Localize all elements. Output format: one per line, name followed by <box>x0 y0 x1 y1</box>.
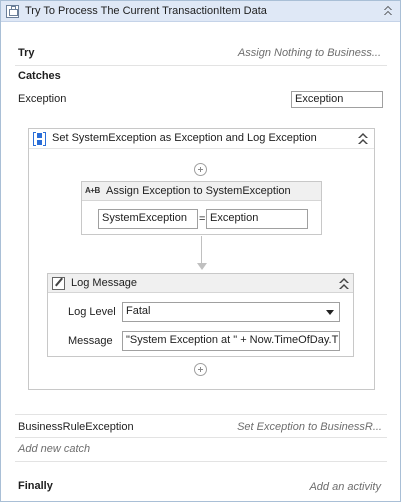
divider <box>15 65 387 66</box>
connector-line <box>201 236 202 264</box>
log-level-select[interactable]: Fatal <box>122 302 340 322</box>
collapse-icon[interactable] <box>339 278 349 290</box>
activity-header[interactable]: Try To Process The Current TransactionIt… <box>1 1 400 22</box>
try-summary[interactable]: Assign Nothing to Business... <box>238 47 381 59</box>
assign-value-field[interactable]: Exception <box>206 209 308 229</box>
collapse-icon[interactable] <box>358 133 368 145</box>
finally-label: Finally <box>18 480 53 492</box>
message-label: Message <box>68 335 113 347</box>
try-label: Try <box>18 47 35 59</box>
chevron-down-icon <box>326 310 334 315</box>
add-new-catch-link[interactable]: Add new catch <box>18 443 90 455</box>
add-activity-link[interactable]: Add an activity <box>309 481 381 493</box>
business-rule-exception-label[interactable]: BusinessRuleException <box>18 421 134 433</box>
divider <box>15 437 387 438</box>
divider <box>15 461 387 462</box>
try-catch-activity: Try To Process The Current TransactionIt… <box>0 0 401 502</box>
sequence-title: Set SystemException as Exception and Log… <box>52 132 317 144</box>
divider <box>15 414 387 415</box>
exception-name-input[interactable]: Exception <box>291 91 383 108</box>
activity-title: Try To Process The Current TransactionIt… <box>25 5 267 17</box>
assign-activity[interactable]: A+B Assign Exception to SystemException … <box>81 181 322 235</box>
log-level-value: Fatal <box>126 305 151 317</box>
add-activity-icon[interactable] <box>194 363 207 376</box>
connector-arrow-icon <box>197 263 207 270</box>
sequence-icon <box>33 132 47 146</box>
message-field[interactable]: "System Exception at " + Now.TimeOfDay.T <box>122 331 340 351</box>
assign-title: Assign Exception to SystemException <box>106 185 291 197</box>
assign-icon: A+B <box>85 186 100 195</box>
log-level-label: Log Level <box>68 306 116 318</box>
log-message-header[interactable]: Log Message <box>48 274 353 293</box>
collapse-icon[interactable] <box>382 5 394 17</box>
business-rule-summary[interactable]: Set Exception to BusinessR... <box>237 421 382 433</box>
sequence-header[interactable]: Set SystemException as Exception and Log… <box>29 129 374 149</box>
exception-type-label[interactable]: Exception <box>18 93 66 105</box>
add-activity-icon[interactable] <box>194 163 207 176</box>
try-catch-icon <box>6 5 19 18</box>
assign-header[interactable]: A+B Assign Exception to SystemException <box>82 182 321 201</box>
equals-sign: = <box>199 213 206 225</box>
assign-to-field[interactable]: SystemException <box>98 209 198 229</box>
log-message-activity[interactable]: Log Message Log Level Fatal Message "Sys… <box>47 273 354 357</box>
log-message-icon <box>52 277 65 290</box>
catches-label: Catches <box>18 70 61 82</box>
log-message-title: Log Message <box>71 277 138 289</box>
